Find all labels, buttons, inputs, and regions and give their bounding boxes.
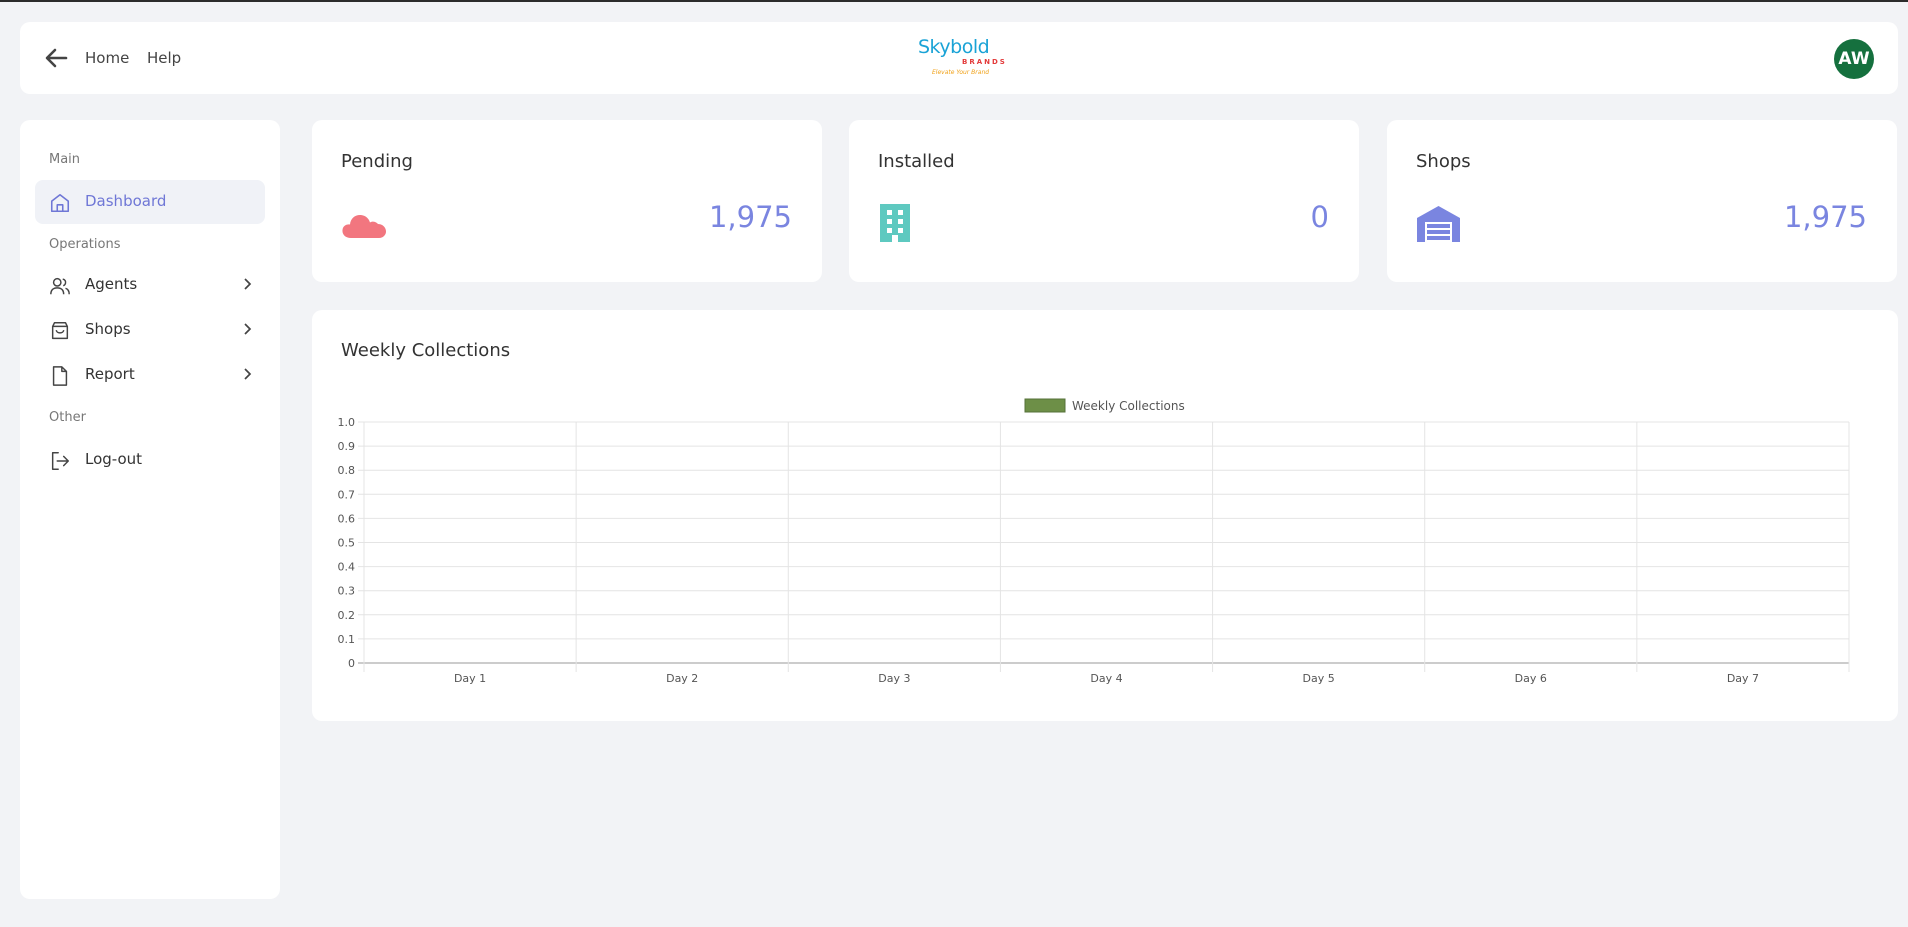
stat-card-pending: Pending 1,975 (312, 120, 822, 282)
stat-card-shops: Shops 1,975 (1387, 120, 1897, 282)
sidebar-item-label: Report (85, 365, 135, 383)
weekly-collections-card: Weekly Collections 0 0.1 0.2 0.3 0.4 0.5 0.6 0.… (312, 310, 1898, 721)
sidebar-item-label: Dashboard (85, 192, 167, 210)
x-tick-label: Day 1 (454, 672, 486, 685)
sidebar-item-report[interactable]: Report (35, 353, 265, 397)
chevron-right-icon (244, 368, 252, 380)
x-tick-label: Day 6 (1515, 672, 1547, 685)
back-arrow-icon[interactable] (44, 48, 68, 68)
y-tick-label: 0.6 (338, 512, 356, 525)
y-tick-label: 0.9 (338, 440, 356, 453)
users-icon (50, 277, 70, 295)
sidebar-item-dashboard[interactable]: Dashboard (35, 180, 265, 224)
building-icon (880, 204, 910, 242)
legend-label: Weekly Collections (1072, 399, 1185, 413)
user-avatar[interactable]: AW (1834, 39, 1874, 79)
stat-card-installed: Installed 0 (849, 120, 1359, 282)
nav-home-link[interactable]: Home (85, 49, 129, 67)
brand-logo[interactable]: Skybold BRANDS Elevate Your Brand (918, 36, 1008, 82)
y-tick-label: 1.0 (338, 416, 356, 429)
x-tick-label: Day 4 (1090, 672, 1122, 685)
x-tick-label: Day 2 (666, 672, 698, 685)
weekly-collections-chart: 0 0.1 0.2 0.3 0.4 0.5 0.6 0.7 0.8 0.9 1.0 Day 1 Day … (338, 398, 1850, 685)
y-tick-label: 0.3 (338, 585, 356, 598)
y-tick-label: 0 (348, 657, 355, 670)
logout-icon (51, 452, 69, 470)
sidebar-item-label: Log-out (85, 450, 143, 468)
sidebar-section-operations: Operations (49, 237, 121, 252)
stat-card-value: 1,975 (708, 200, 792, 234)
x-tick-label: Day 3 (878, 672, 910, 685)
cloud-icon (342, 214, 386, 238)
stat-card-title: Installed (878, 151, 955, 172)
x-tick-label: Day 5 (1303, 672, 1335, 685)
y-tick-label: 0.7 (338, 488, 356, 501)
y-tick-label: 0.2 (338, 609, 356, 622)
sidebar-item-label: Agents (85, 275, 138, 293)
y-tick-label: 0.4 (338, 561, 356, 574)
nav-help-link[interactable]: Help (147, 49, 181, 67)
logo-tagline: Elevate Your Brand (932, 69, 990, 76)
sidebar-item-agents[interactable]: Agents (35, 263, 265, 307)
sidebar-section-main: Main (49, 152, 81, 167)
stat-card-value: 0 (1310, 200, 1329, 234)
sidebar-section-other: Other (49, 410, 86, 425)
top-bar: Home Help Skybold BRANDS Elevate Your Br… (20, 22, 1898, 94)
chevron-right-icon (244, 323, 252, 335)
file-icon (52, 366, 68, 386)
sidebar-item-label: Shops (85, 320, 131, 338)
logo-sub: BRANDS (962, 58, 1007, 66)
logo-word: Skybold (918, 36, 990, 58)
warehouse-icon (1417, 206, 1460, 242)
stat-card-title: Pending (341, 151, 413, 172)
home-icon (50, 193, 70, 213)
shopping-bag-icon (51, 322, 69, 340)
x-tick-label: Day 7 (1727, 672, 1759, 685)
sidebar: Main Dashboard Operations Agents Shops R… (20, 120, 280, 899)
y-tick-label: 0.1 (338, 633, 356, 646)
chevron-right-icon (244, 278, 252, 290)
stat-card-value: 1,975 (1783, 200, 1867, 234)
sidebar-item-shops[interactable]: Shops (35, 308, 265, 352)
window-top-border (0, 0, 1908, 2)
stat-card-title: Shops (1416, 151, 1471, 172)
y-tick-label: 0.8 (338, 464, 356, 477)
legend-swatch (1024, 398, 1066, 413)
y-tick-label: 0.5 (338, 537, 356, 550)
sidebar-item-logout[interactable]: Log-out (35, 438, 265, 482)
